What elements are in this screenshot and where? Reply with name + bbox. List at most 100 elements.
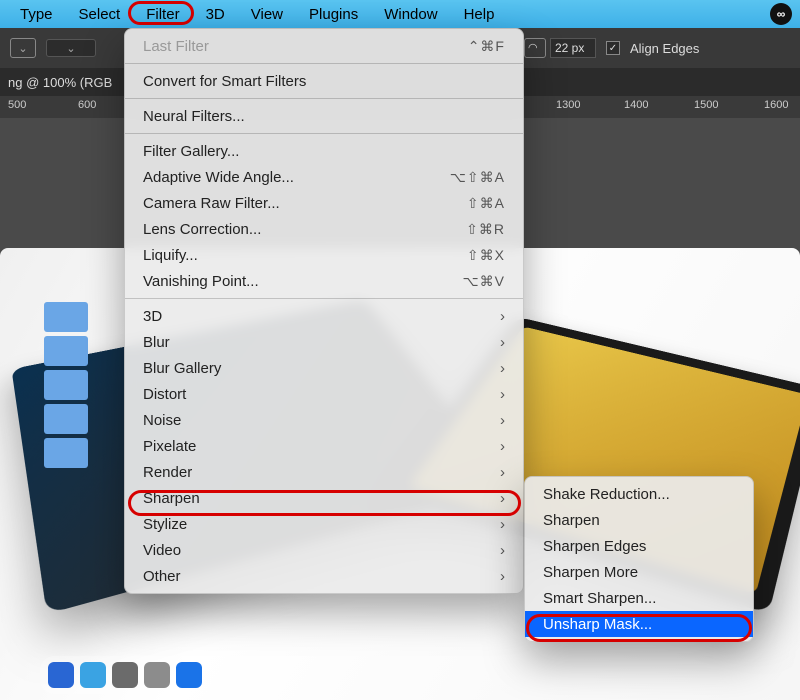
menu-item-filter-gallery[interactable]: Filter Gallery...: [125, 138, 523, 164]
menu-item-adaptive-wide-angle[interactable]: Adaptive Wide Angle... ⌥⇧⌘A: [125, 164, 523, 190]
menu-item-label: Unsharp Mask...: [543, 616, 735, 633]
menu-item-video[interactable]: Video ›: [125, 537, 523, 563]
menu-item-label: Blur Gallery: [143, 360, 490, 377]
ruler-tick-label: 1600: [764, 99, 788, 111]
chevron-right-icon: ›: [500, 386, 505, 403]
menu-item-sharpen-edges[interactable]: Sharpen Edges: [525, 533, 753, 559]
chevron-right-icon: ›: [500, 334, 505, 351]
corner-radius-input[interactable]: [550, 38, 596, 58]
menu-item-vanishing-point[interactable]: Vanishing Point... ⌥⌘V: [125, 268, 523, 294]
chevron-right-icon: ›: [500, 542, 505, 559]
menu-separator: [125, 298, 523, 299]
menu-item-sharpen-more[interactable]: Sharpen More: [525, 559, 753, 585]
menu-item-label: Pixelate: [143, 438, 490, 455]
menu-separator: [125, 133, 523, 134]
menu-filter[interactable]: Filter: [134, 2, 191, 27]
chevron-right-icon: ›: [500, 464, 505, 481]
image-thumbstrip: [44, 298, 92, 472]
menu-item-unsharp-mask[interactable]: Unsharp Mask...: [525, 611, 753, 637]
menu-item-render[interactable]: Render ›: [125, 459, 523, 485]
menu-item-label: Render: [143, 464, 490, 481]
corner-radius-icon: [524, 38, 546, 58]
chevron-right-icon: ›: [500, 516, 505, 533]
menu-item-label: Last Filter: [143, 38, 458, 55]
menu-item-label: Sharpen Edges: [543, 538, 735, 555]
menu-item-label: Convert for Smart Filters: [143, 73, 505, 90]
menu-item-shortcut: ⇧⌘X: [467, 247, 505, 264]
menu-item-pixelate[interactable]: Pixelate ›: [125, 433, 523, 459]
chevron-right-icon: ›: [500, 308, 505, 325]
chevron-right-icon: ›: [500, 412, 505, 429]
menu-item-label: Filter Gallery...: [143, 143, 495, 160]
creative-cloud-icon[interactable]: [770, 3, 792, 25]
menu-item-label: Lens Correction...: [143, 221, 456, 238]
menu-item-blur[interactable]: Blur ›: [125, 329, 523, 355]
menu-item-label: Distort: [143, 386, 490, 403]
stroke-style-picker[interactable]: [46, 39, 96, 57]
menu-item-sharpen-basic[interactable]: Sharpen: [525, 507, 753, 533]
ruler-tick-label: 600: [78, 99, 96, 111]
menu-item-label: Neural Filters...: [143, 108, 505, 125]
menu-item-noise[interactable]: Noise ›: [125, 407, 523, 433]
chevron-right-icon: ›: [500, 568, 505, 585]
menu-window[interactable]: Window: [372, 2, 449, 27]
menu-item-neural-filters[interactable]: Neural Filters...: [125, 103, 523, 129]
align-edges-checkbox[interactable]: [606, 41, 620, 55]
menu-item-sharpen[interactable]: Sharpen ›: [125, 485, 523, 511]
menu-item-label: Sharpen: [543, 512, 735, 529]
menu-item-label: Camera Raw Filter...: [143, 195, 457, 212]
menu-item-stylize[interactable]: Stylize ›: [125, 511, 523, 537]
menu-item-label: Sharpen: [143, 490, 490, 507]
menu-item-shortcut: ⌥⌘V: [463, 273, 505, 290]
shape-tool-picker[interactable]: [10, 38, 36, 58]
menu-item-distort[interactable]: Distort ›: [125, 381, 523, 407]
menu-item-shortcut: ⇧⌘R: [466, 221, 505, 238]
menu-item-camera-raw[interactable]: Camera Raw Filter... ⇧⌘A: [125, 190, 523, 216]
menu-plugins[interactable]: Plugins: [297, 2, 370, 27]
menu-view[interactable]: View: [239, 2, 295, 27]
ruler-tick-label: 500: [8, 99, 26, 111]
menu-item-last-filter[interactable]: Last Filter ⌃⌘F: [125, 33, 523, 59]
chevron-right-icon: ›: [500, 360, 505, 377]
app-menubar: Type Select Filter 3D View Plugins Windo…: [0, 0, 800, 28]
ruler-tick-label: 1500: [694, 99, 718, 111]
chevron-right-icon: ›: [500, 438, 505, 455]
menu-item-3d[interactable]: 3D ›: [125, 303, 523, 329]
menu-item-label: Sharpen More: [543, 564, 735, 581]
menu-item-shortcut: ⇧⌘A: [467, 195, 505, 212]
menu-item-lens-correction[interactable]: Lens Correction... ⇧⌘R: [125, 216, 523, 242]
menu-item-label: Blur: [143, 334, 490, 351]
menu-item-blur-gallery[interactable]: Blur Gallery ›: [125, 355, 523, 381]
document-title: ng @ 100% (RGB: [8, 75, 112, 90]
ruler-tick-label: 1400: [624, 99, 648, 111]
menu-item-label: Other: [143, 568, 490, 585]
menu-item-other[interactable]: Other ›: [125, 563, 523, 589]
menu-item-label: Video: [143, 542, 490, 559]
menu-item-label: Liquify...: [143, 247, 457, 264]
menu-item-label: 3D: [143, 308, 490, 325]
menu-item-label: Shake Reduction...: [543, 486, 735, 503]
menu-3d[interactable]: 3D: [194, 2, 237, 27]
filter-menu-panel: Last Filter ⌃⌘F Convert for Smart Filter…: [124, 28, 524, 594]
corner-radius-group: [524, 38, 596, 58]
image-dock: [40, 656, 210, 694]
menu-item-label: Vanishing Point...: [143, 273, 453, 290]
chevron-right-icon: ›: [500, 490, 505, 507]
menu-item-shortcut: ⌥⇧⌘A: [450, 169, 505, 186]
menu-item-label: Stylize: [143, 516, 490, 533]
menu-item-label: Smart Sharpen...: [543, 590, 735, 607]
sharpen-submenu-panel: Shake Reduction... Sharpen Sharpen Edges…: [524, 476, 754, 642]
menu-select[interactable]: Select: [67, 2, 133, 27]
menu-item-liquify[interactable]: Liquify... ⇧⌘X: [125, 242, 523, 268]
menu-item-smart-sharpen[interactable]: Smart Sharpen...: [525, 585, 753, 611]
align-edges-label: Align Edges: [630, 41, 699, 56]
ruler-tick-label: 1300: [556, 99, 580, 111]
menu-item-label: Noise: [143, 412, 490, 429]
menu-help[interactable]: Help: [452, 2, 507, 27]
menu-type[interactable]: Type: [8, 2, 65, 27]
menu-separator: [125, 63, 523, 64]
menu-item-shake-reduction[interactable]: Shake Reduction...: [525, 481, 753, 507]
menu-item-shortcut: ⌃⌘F: [468, 38, 505, 55]
menu-item-label: Adaptive Wide Angle...: [143, 169, 440, 186]
menu-item-convert-smart-filters[interactable]: Convert for Smart Filters: [125, 68, 523, 94]
